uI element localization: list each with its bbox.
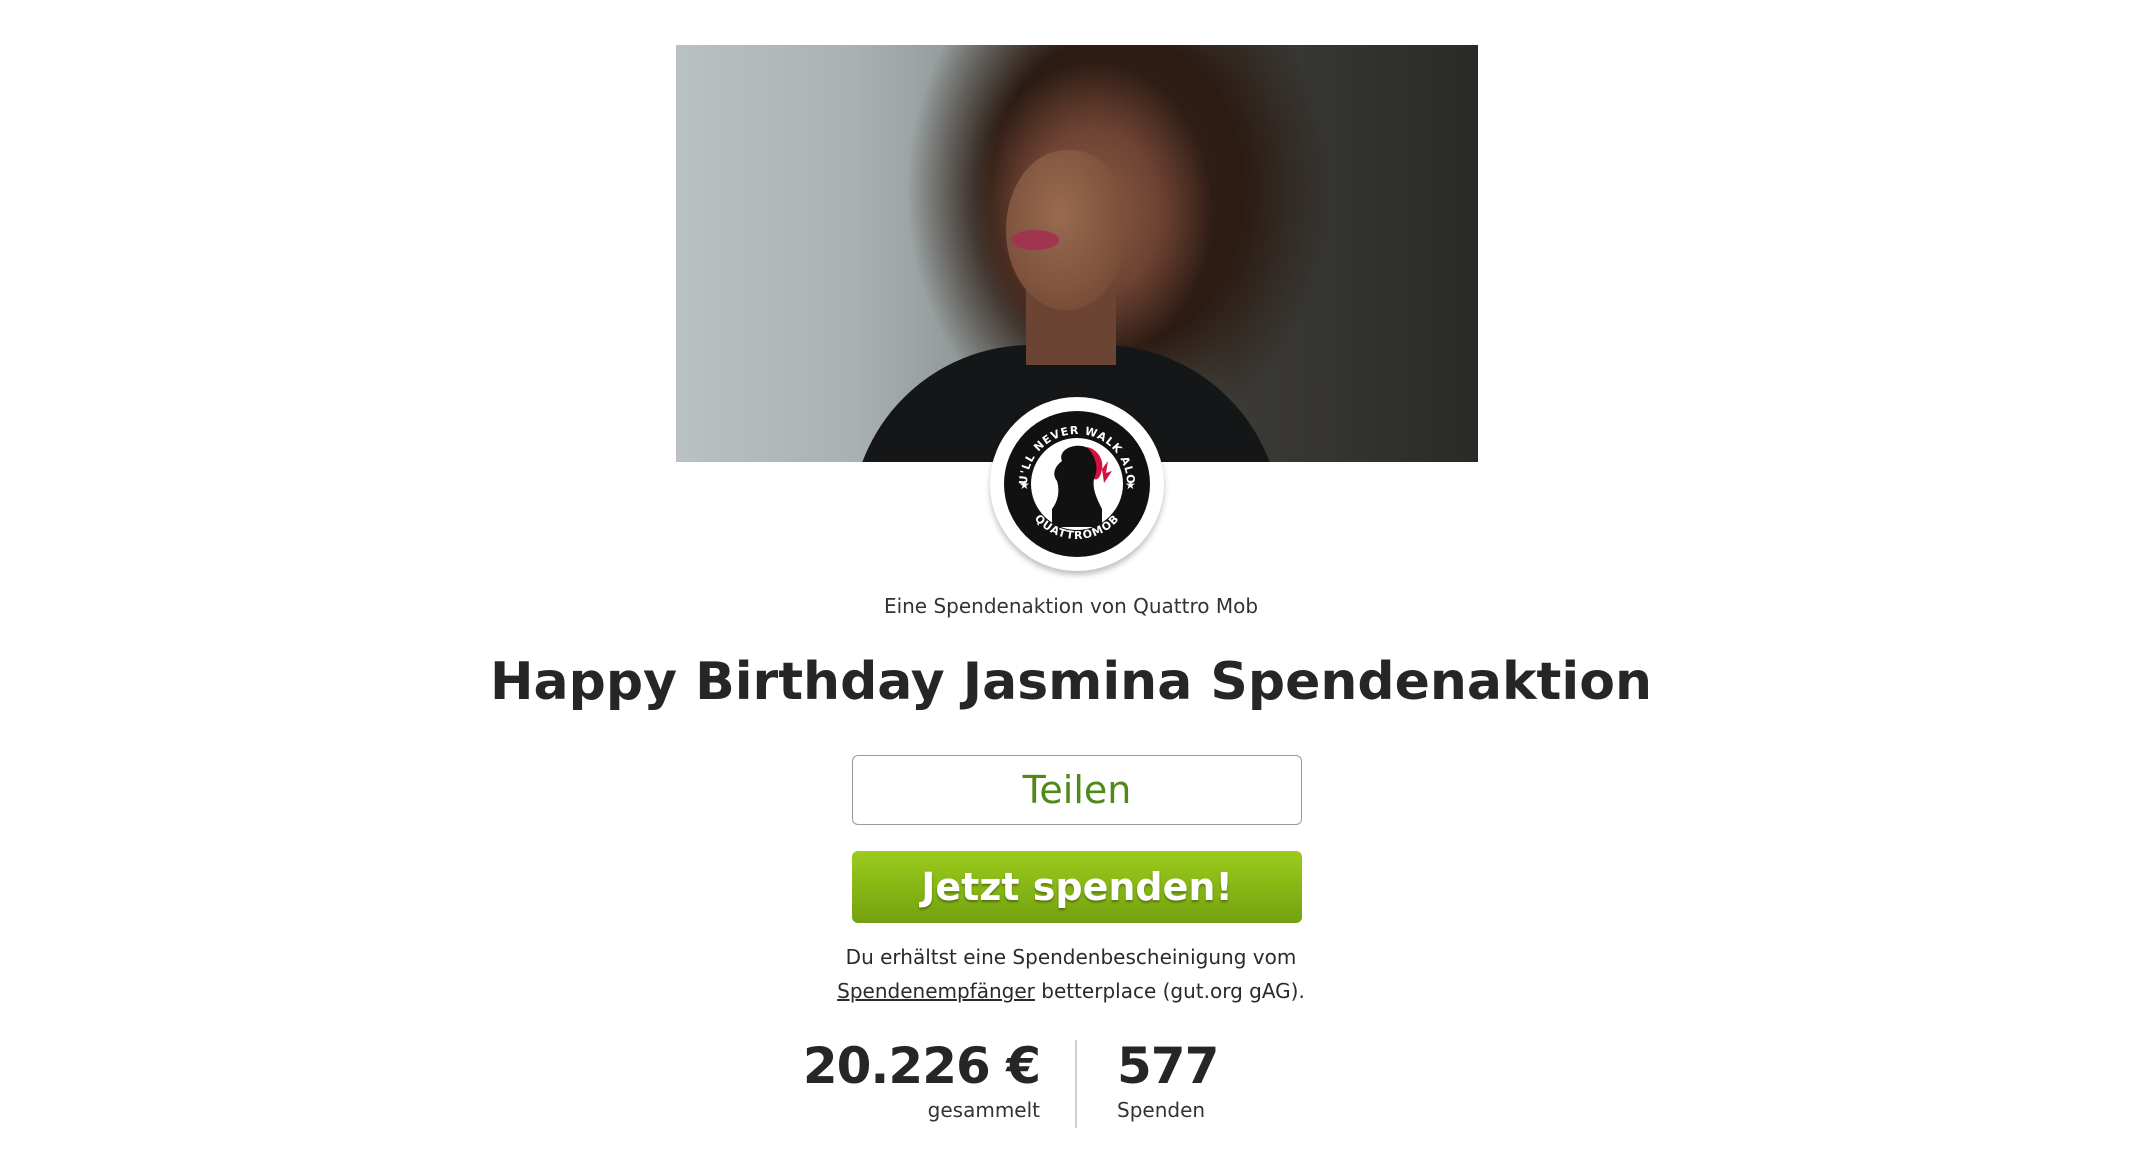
donate-button[interactable]: Jetzt spenden! — [852, 851, 1302, 923]
page: YOU'LL NEVER WALK ALONE QUATTROMOB ★ ★ E… — [0, 0, 2142, 1161]
stat-amount-label: gesammelt — [927, 1098, 1040, 1122]
donate-button-label: Jetzt spenden! — [921, 865, 1233, 909]
share-button-label: Teilen — [1022, 768, 1132, 812]
notice-line-1: Du erhältst eine Spendenbescheinigung vo… — [845, 945, 1297, 969]
share-button[interactable]: Teilen — [852, 755, 1302, 825]
recipient-link[interactable]: Spendenempfänger — [837, 979, 1035, 1003]
stat-amount: 20.226 € gesammelt — [802, 1037, 1041, 1122]
stat-donations-value: 577 — [1117, 1037, 1219, 1095]
stat-donations-label: Spenden — [1117, 1098, 1206, 1122]
notice-line-2: Spendenempfänger betterplace (gut.org gA… — [0, 974, 2142, 1008]
organizer-byline: Eine Spendenaktion von Quattro Mob — [883, 594, 1259, 618]
stat-amount-value: 20.226 € — [802, 1037, 1041, 1095]
campaign-title: Happy Birthday Jasmina Spendenaktion — [490, 652, 1652, 712]
hero-lips-shape — [1011, 230, 1059, 250]
campaign-stats: 20.226 € gesammelt 577 Spenden — [0, 1040, 2142, 1130]
quattro-mob-logo-icon: YOU'LL NEVER WALK ALONE QUATTROMOB ★ ★ — [1002, 409, 1150, 557]
stat-donations: 577 Spenden — [1117, 1037, 1219, 1122]
organizer-avatar[interactable]: YOU'LL NEVER WALK ALONE QUATTROMOB ★ ★ — [990, 397, 1164, 571]
svg-text:★: ★ — [1125, 478, 1136, 492]
stats-divider — [1075, 1040, 1077, 1128]
svg-text:★: ★ — [1019, 478, 1030, 492]
tax-receipt-notice: Du erhältst eine Spendenbescheinigung vo… — [0, 940, 2142, 1008]
notice-line-2-rest: betterplace (gut.org gAG). — [1034, 979, 1305, 1003]
